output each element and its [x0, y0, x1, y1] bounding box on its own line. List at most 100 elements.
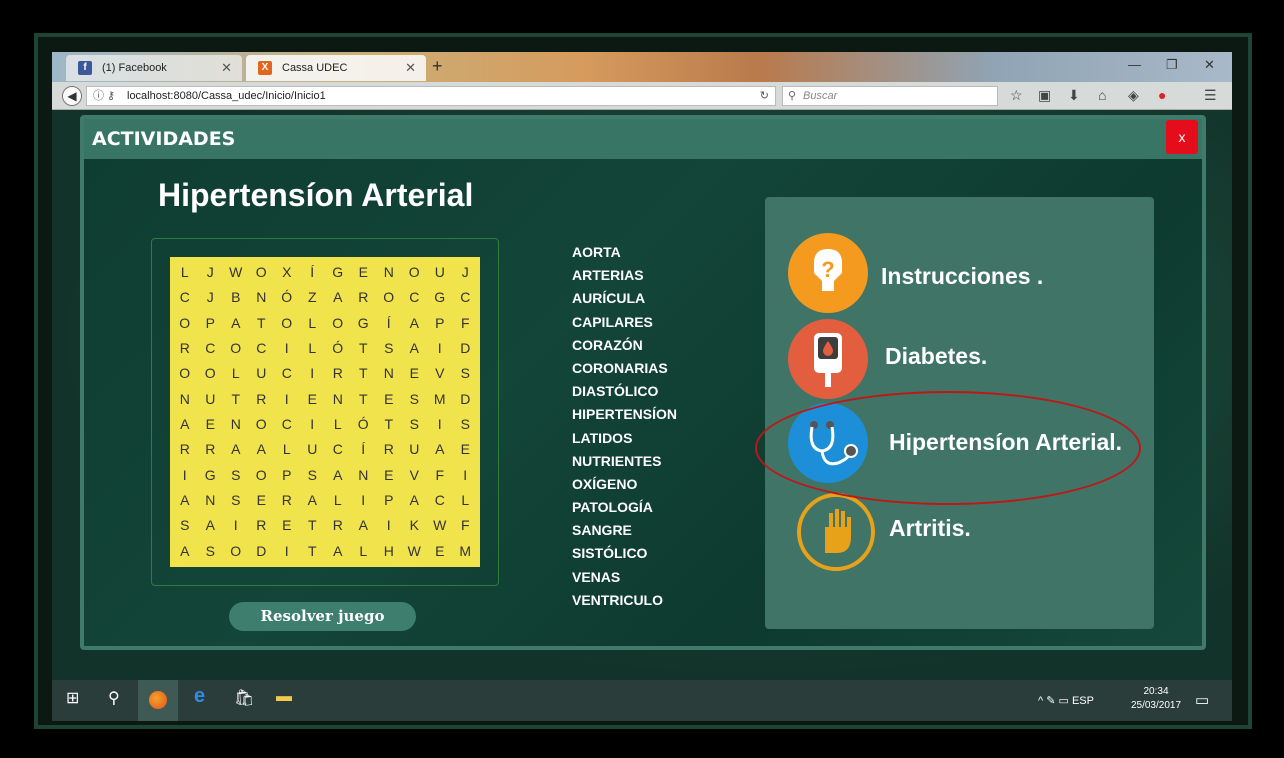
grid-cell[interactable]: L	[274, 437, 300, 462]
grid-cell[interactable]: N	[376, 260, 402, 285]
file-explorer-icon[interactable]: ▬	[276, 688, 292, 706]
grid-cell[interactable]: K	[402, 513, 428, 538]
grid-cell[interactable]: S	[402, 412, 428, 437]
grid-cell[interactable]: B	[223, 285, 249, 310]
site-info-icon[interactable]: ⓘ ⚷	[93, 87, 115, 105]
grid-cell[interactable]: Í	[300, 260, 326, 285]
search-icon[interactable]: ⚲	[108, 688, 120, 708]
windows-start-icon[interactable]: ⊞	[66, 688, 79, 708]
grid-cell[interactable]: A	[351, 513, 377, 538]
grid-cell[interactable]: C	[172, 285, 198, 310]
grid-cell[interactable]: R	[351, 285, 377, 310]
grid-cell[interactable]: O	[172, 361, 198, 386]
grid-cell[interactable]: D	[453, 387, 479, 412]
menu-icon[interactable]: ☰	[1204, 87, 1217, 104]
grid-cell[interactable]: S	[376, 336, 402, 361]
grid-cell[interactable]: N	[249, 285, 275, 310]
grid-cell[interactable]: N	[223, 412, 249, 437]
word-search-grid[interactable]: LJWOXÍGENOUJCJBNÓZAROCGCOPATOLOGÍAPFRCOC…	[170, 257, 480, 567]
search-input[interactable]: ⚲ Buscar	[782, 86, 998, 106]
grid-cell[interactable]: R	[249, 513, 275, 538]
grid-cell[interactable]: S	[223, 488, 249, 513]
grid-cell[interactable]: A	[402, 488, 428, 513]
grid-cell[interactable]: V	[427, 361, 453, 386]
grid-cell[interactable]: T	[249, 311, 275, 336]
home-icon[interactable]: ⌂	[1098, 87, 1106, 103]
grid-cell[interactable]: S	[453, 412, 479, 437]
grid-cell[interactable]: C	[249, 336, 275, 361]
grid-cell[interactable]: U	[249, 361, 275, 386]
grid-cell[interactable]: S	[453, 361, 479, 386]
menu-item-artritis[interactable]: Artritis.	[765, 493, 1154, 577]
notifications-icon[interactable]: ▭	[1195, 691, 1209, 709]
grid-cell[interactable]: T	[376, 412, 402, 437]
grid-cell[interactable]: X	[274, 260, 300, 285]
minimize-icon[interactable]: —	[1128, 57, 1141, 72]
grid-cell[interactable]: J	[198, 285, 224, 310]
grid-cell[interactable]: R	[376, 437, 402, 462]
grid-cell[interactable]: U	[198, 387, 224, 412]
grid-cell[interactable]: I	[427, 336, 453, 361]
adblock-icon[interactable]: ●	[1158, 87, 1166, 103]
grid-cell[interactable]: C	[402, 285, 428, 310]
grid-cell[interactable]: O	[402, 260, 428, 285]
grid-cell[interactable]: L	[351, 539, 377, 564]
grid-cell[interactable]: I	[172, 463, 198, 488]
grid-cell[interactable]: E	[351, 260, 377, 285]
grid-cell[interactable]: A	[325, 285, 351, 310]
grid-cell[interactable]: P	[427, 311, 453, 336]
grid-cell[interactable]: O	[249, 463, 275, 488]
bookmark-star-icon[interactable]: ☆	[1010, 87, 1023, 104]
grid-cell[interactable]: S	[172, 513, 198, 538]
grid-cell[interactable]: T	[351, 361, 377, 386]
tab-cassa-udec[interactable]: X Cassa UDEC ✕	[246, 55, 426, 81]
grid-cell[interactable]: C	[427, 488, 453, 513]
grid-cell[interactable]: R	[325, 513, 351, 538]
grid-cell[interactable]: T	[351, 387, 377, 412]
grid-cell[interactable]: Í	[351, 437, 377, 462]
grid-cell[interactable]: R	[198, 437, 224, 462]
grid-cell[interactable]: T	[223, 387, 249, 412]
grid-cell[interactable]: O	[223, 539, 249, 564]
grid-cell[interactable]: I	[376, 513, 402, 538]
grid-cell[interactable]: E	[453, 437, 479, 462]
grid-cell[interactable]: M	[453, 539, 479, 564]
grid-cell[interactable]: Í	[376, 311, 402, 336]
clock[interactable]: 20:34 25/03/2017	[1126, 685, 1186, 713]
grid-cell[interactable]: F	[453, 311, 479, 336]
grid-cell[interactable]: C	[198, 336, 224, 361]
restore-icon[interactable]: ❐	[1166, 57, 1178, 73]
grid-cell[interactable]: A	[402, 311, 428, 336]
grid-cell[interactable]: I	[453, 463, 479, 488]
grid-cell[interactable]: S	[198, 539, 224, 564]
grid-cell[interactable]: C	[274, 361, 300, 386]
grid-cell[interactable]: A	[223, 311, 249, 336]
grid-cell[interactable]: L	[453, 488, 479, 513]
grid-cell[interactable]: E	[198, 412, 224, 437]
grid-cell[interactable]: E	[300, 387, 326, 412]
grid-cell[interactable]: J	[453, 260, 479, 285]
grid-cell[interactable]: S	[402, 387, 428, 412]
grid-cell[interactable]: N	[172, 387, 198, 412]
grid-cell[interactable]: P	[274, 463, 300, 488]
grid-cell[interactable]: Ó	[325, 336, 351, 361]
back-button[interactable]: ◀	[62, 86, 82, 106]
grid-cell[interactable]: E	[427, 539, 453, 564]
grid-cell[interactable]: A	[325, 539, 351, 564]
solve-game-button[interactable]: Resolver juego	[229, 602, 416, 631]
grid-cell[interactable]: A	[198, 513, 224, 538]
grid-cell[interactable]: C	[453, 285, 479, 310]
grid-cell[interactable]: L	[300, 311, 326, 336]
grid-cell[interactable]: A	[172, 539, 198, 564]
grid-cell[interactable]: P	[198, 311, 224, 336]
grid-cell[interactable]: N	[351, 463, 377, 488]
language-indicator[interactable]: ESP	[1072, 695, 1094, 707]
grid-cell[interactable]: T	[351, 336, 377, 361]
grid-cell[interactable]: A	[249, 437, 275, 462]
grid-cell[interactable]: T	[300, 513, 326, 538]
clipboard-icon[interactable]: ▣	[1038, 87, 1051, 104]
grid-cell[interactable]: O	[376, 285, 402, 310]
grid-cell[interactable]: G	[325, 260, 351, 285]
grid-cell[interactable]: O	[274, 311, 300, 336]
grid-cell[interactable]: W	[427, 513, 453, 538]
